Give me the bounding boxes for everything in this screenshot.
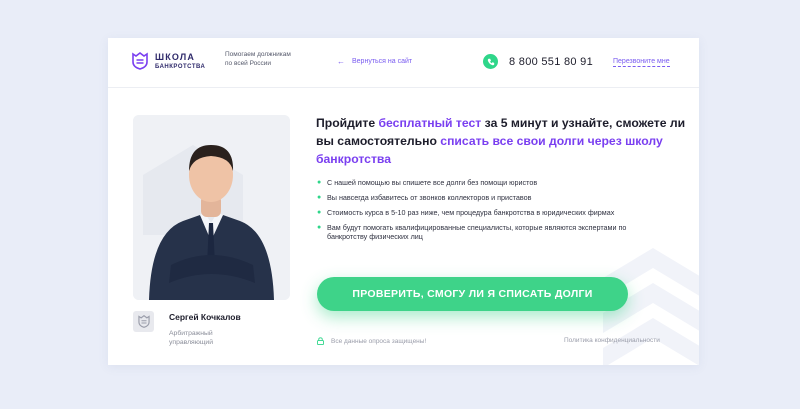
benefits-list: ● С нашей помощью вы спишете все долги бе…	[317, 178, 657, 247]
list-item: ● Вам будут помогать квалифицированные сп…	[317, 223, 627, 241]
secure-note: Все данные опроса защищены!	[317, 337, 426, 345]
expert-portrait	[133, 115, 290, 300]
check-debts-button[interactable]: ПРОВЕРИТЬ, СМОГУ ЛИ Я СПИСАТЬ ДОЛГИ	[317, 277, 628, 311]
logo-text: ШКОЛА БАНКРОТСТВА	[155, 51, 206, 70]
privacy-policy-link[interactable]: Политика конфиденциальности	[564, 337, 660, 344]
logo-line1: ШКОЛА	[155, 51, 196, 62]
expert-badge-icon	[133, 311, 154, 332]
secure-label: Все данные опроса защищены!	[331, 337, 427, 345]
logo-line2: БАНКРОТСТВА	[155, 63, 206, 70]
headline-accent1: бесплатный тест	[378, 116, 482, 130]
header: ШКОЛА БАНКРОТСТВА Помогаем должникам по …	[108, 38, 699, 88]
logo[interactable]: ШКОЛА БАНКРОТСТВА	[132, 52, 205, 70]
expert-name: Сергей Кочкалов	[169, 312, 241, 322]
crown-shield-icon	[132, 52, 148, 70]
phone-icon[interactable]	[483, 54, 498, 69]
bullet-dot-icon: ●	[317, 209, 322, 216]
back-link-label: Вернуться на сайт	[352, 58, 413, 65]
phone-number[interactable]: 8 800 551 80 91	[509, 56, 593, 68]
expert-photo	[133, 115, 290, 300]
bullet-dot-icon: ●	[317, 194, 322, 201]
list-item: ● Стоимость курса в 5-10 раз ниже, чем пр…	[317, 208, 615, 217]
headline-part1: Пройдите	[316, 116, 379, 130]
quiz-card: ШКОЛА БАНКРОТСТВА Помогаем должникам по …	[108, 38, 699, 365]
headline: Пройдите бесплатный тест за 5 минут и уз…	[316, 114, 686, 168]
arrow-left-icon: ←	[337, 57, 345, 66]
bullet-dot-icon: ●	[317, 179, 322, 186]
tagline: Помогаем должникам по всей России	[225, 51, 291, 67]
list-item: ● Вы навсегда избавитесь от звонков колле…	[317, 193, 532, 202]
back-to-site-link[interactable]: ← Вернуться на сайт	[337, 57, 412, 66]
expert-role: Арбитражный управляющий	[169, 330, 214, 346]
callback-link[interactable]: Перезвоните мне	[613, 58, 670, 67]
bullet-dot-icon: ●	[317, 224, 322, 231]
lock-icon	[317, 337, 324, 345]
list-item: ● С нашей помощью вы спишете все долги бе…	[317, 178, 538, 187]
